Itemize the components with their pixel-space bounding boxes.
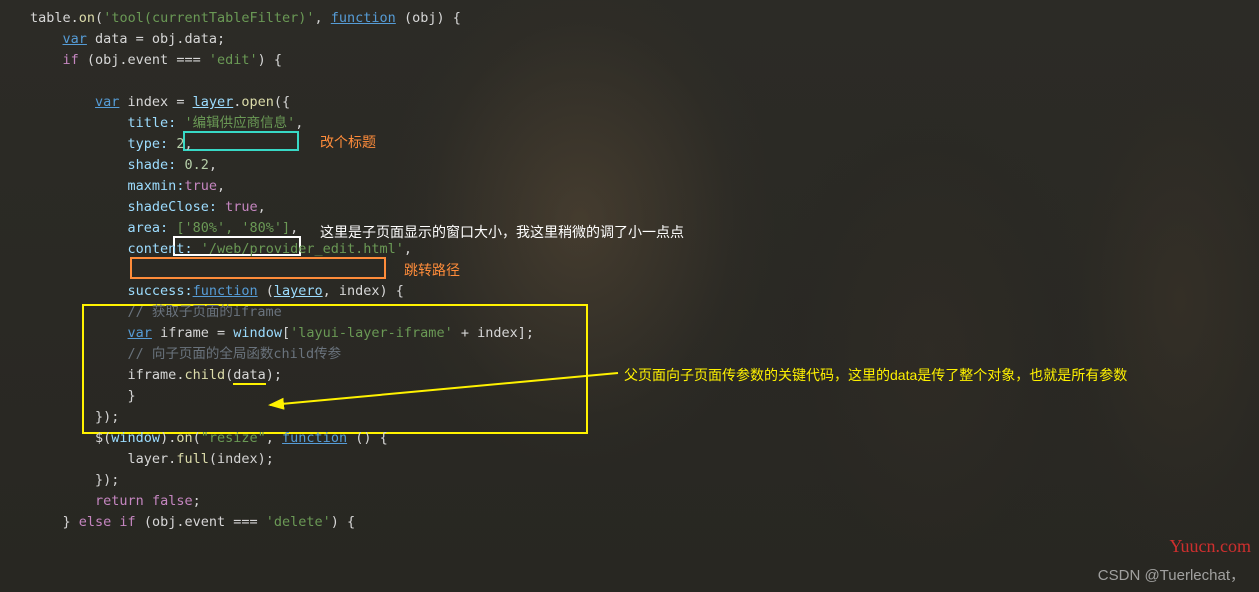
watermark-yuucn: Yuucn.com (1170, 536, 1251, 557)
annotation-area: 这里是子页面显示的窗口大小，我这里稍微的调了小一点点 (320, 222, 684, 243)
annotation-success: 父页面向子页面传参数的关键代码，这里的data是传了整个对象，也就是所有参数 (624, 365, 1127, 386)
annotation-title: 改个标题 (320, 132, 376, 153)
watermark-csdn: CSDN @Tuerlechat， (1098, 565, 1245, 586)
annotation-content: 跳转路径 (404, 260, 460, 281)
